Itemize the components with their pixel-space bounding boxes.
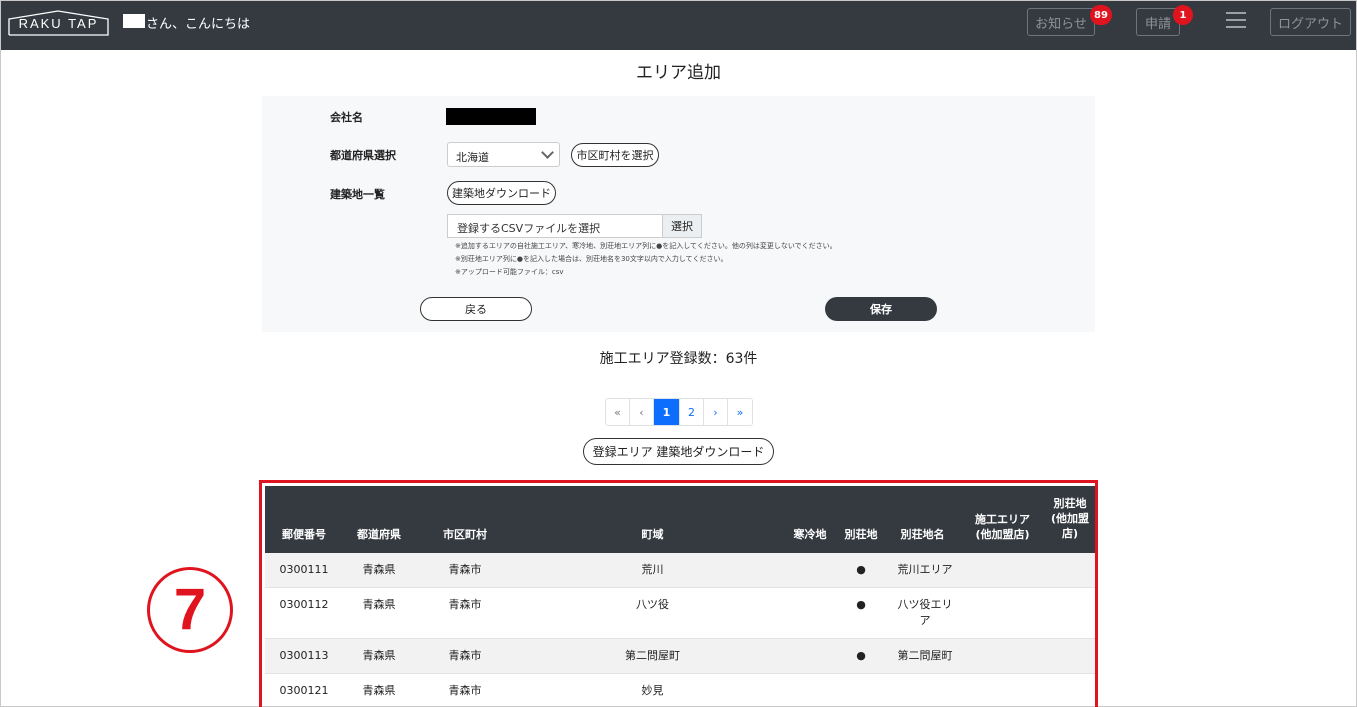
- area-table: 郵便番号 都道府県 市区町村 町域 寒冷地 別荘地 別荘地名 施工エリア (他加…: [259, 480, 1098, 707]
- area-add-form: 会社名 都道府県選択 北海道 市区町村を選択 建築地一覧 建築地ダウンロード 登…: [262, 96, 1095, 332]
- logout-button[interactable]: ログアウト: [1270, 8, 1351, 36]
- table-header: 郵便番号 都道府県 市区町村 町域 寒冷地 別荘地 別荘地名 施工エリア (他加…: [265, 486, 1095, 553]
- user-name-redacted: [123, 14, 145, 28]
- cell-zip: 0300111: [279, 563, 329, 576]
- building-download-button[interactable]: 建築地ダウンロード: [447, 181, 556, 205]
- notice-count-badge: 89: [1090, 5, 1112, 25]
- cell-city: 青森市: [448, 563, 482, 576]
- prefecture-value: 北海道: [456, 151, 489, 164]
- cell-villa-name: 八ツ役エリ ア: [897, 598, 953, 627]
- pagination-last[interactable]: »: [728, 399, 752, 425]
- table-row: 0300112 青森県 青森市 八ツ役 ● 八ツ役エリ ア: [265, 588, 1095, 639]
- pagination-page-1[interactable]: 1: [654, 399, 680, 425]
- note-line-1: ※追加するエリアの自社施工エリア、寒冷地、別荘地エリア列に●を記入してください。…: [455, 242, 837, 250]
- cell-villa-name: 荒川エリア: [897, 563, 953, 576]
- select-city-button[interactable]: 市区町村を選択: [571, 143, 659, 167]
- company-name-redacted: [446, 108, 536, 125]
- cell-city: 青森市: [448, 684, 482, 697]
- hamburger-menu-icon[interactable]: [1226, 12, 1246, 30]
- cell-town: 八ツ役: [636, 598, 669, 611]
- cell-zip: 0300113: [279, 649, 329, 662]
- notice-label: お知らせ: [1035, 16, 1087, 32]
- top-navbar: RAKU TAP さん、こんにちは お知らせ 89 申請 1 ログアウト: [1, 1, 1356, 50]
- cell-town: 荒川: [641, 563, 664, 576]
- cell-villa: ●: [856, 598, 866, 611]
- table-row: 0300111 青森県 青森市 荒川 ● 荒川エリア: [265, 553, 1095, 588]
- header-cold-region: 寒冷地: [793, 528, 827, 541]
- cell-prefecture: 青森県: [362, 684, 396, 697]
- cell-prefecture: 青森県: [362, 563, 396, 576]
- cell-city: 青森市: [448, 598, 482, 611]
- annotation-number: 7: [173, 577, 207, 642]
- pagination-next[interactable]: ›: [704, 399, 728, 425]
- apply-count-badge: 1: [1173, 5, 1193, 25]
- back-button[interactable]: 戻る: [420, 297, 532, 321]
- pagination-prev[interactable]: ‹: [630, 399, 654, 425]
- table-row: 0300113 青森県 青森市 第二問屋町 ● 第二問屋町: [265, 639, 1095, 674]
- cell-town: 第二問屋町: [625, 649, 680, 662]
- header-town: 町域: [641, 528, 664, 541]
- prefecture-label: 都道府県選択: [330, 149, 396, 162]
- raku-tap-logo[interactable]: RAKU TAP: [8, 10, 109, 36]
- cell-villa: ●: [856, 563, 866, 576]
- header-villa: 別荘地: [844, 528, 878, 541]
- table-row: 0300121 青森県 青森市 妙見: [265, 674, 1095, 707]
- cell-zip: 0300112: [279, 598, 329, 611]
- header-prefecture: 都道府県: [357, 528, 401, 541]
- prefecture-select[interactable]: 北海道: [447, 142, 560, 167]
- chevron-down-icon: [541, 146, 554, 159]
- cell-prefecture: 青森県: [362, 598, 396, 611]
- header-city: 市区町村: [443, 528, 487, 541]
- logo-text: RAKU TAP: [18, 16, 99, 31]
- file-select-button[interactable]: 選択: [662, 214, 702, 238]
- building-list-label: 建築地一覧: [330, 188, 385, 201]
- note-line-2: ※別荘地エリア列に●を記入した場合は、別荘地名を30文字以内で入力してください。: [455, 255, 728, 263]
- header-construction-area-other: 施工エリア (他加盟店): [975, 513, 1030, 541]
- cell-zip: 0300121: [279, 684, 329, 697]
- pagination-page-2[interactable]: 2: [680, 399, 704, 425]
- header-villa-name: 別荘地名: [900, 528, 945, 541]
- csv-file-input[interactable]: 登録するCSVファイルを選択: [447, 214, 662, 238]
- note-line-3: ※アップロード可能ファイル：csv: [455, 268, 564, 276]
- pagination: « ‹ 1 2 › »: [605, 398, 753, 426]
- cell-villa-name: 第二問屋町: [897, 649, 953, 662]
- page-title: エリア追加: [636, 63, 721, 83]
- registered-area-count: 施工エリア登録数：63件: [599, 351, 758, 367]
- header-villa-other: 別荘地 (他加盟 店): [1050, 497, 1090, 540]
- greeting-text: さん、こんにちは: [146, 17, 251, 32]
- cell-city: 青森市: [448, 649, 482, 662]
- header-zip: 郵便番号: [282, 528, 326, 541]
- company-label: 会社名: [330, 111, 363, 124]
- annotation-number-marker: 7: [147, 567, 233, 653]
- notice-button[interactable]: お知らせ 89: [1027, 5, 1112, 36]
- apply-button[interactable]: 申請 1: [1136, 5, 1193, 36]
- cell-town: 妙見: [641, 684, 664, 697]
- download-registered-areas-button[interactable]: 登録エリア 建築地ダウンロード: [583, 438, 774, 465]
- pagination-first[interactable]: «: [606, 399, 630, 425]
- save-button[interactable]: 保存: [825, 297, 937, 321]
- cell-prefecture: 青森県: [362, 649, 396, 662]
- apply-label: 申請: [1144, 16, 1171, 32]
- cell-villa: ●: [856, 649, 866, 662]
